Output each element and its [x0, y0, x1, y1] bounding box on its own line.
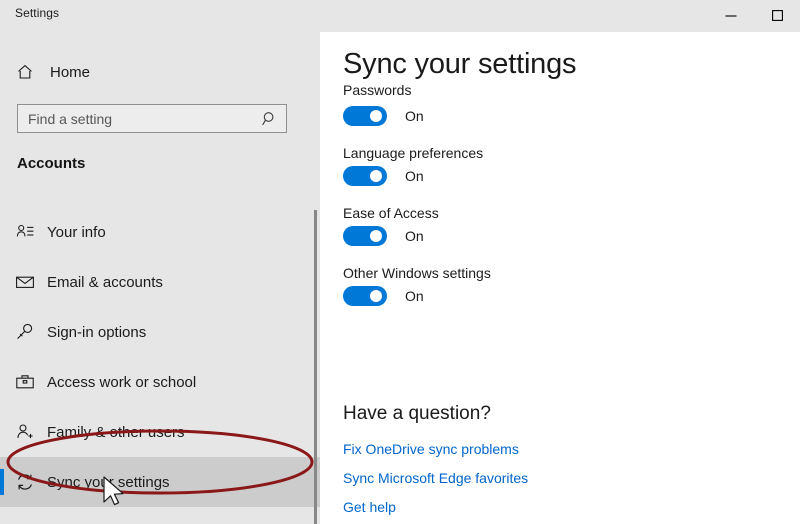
- sidebar-item-label: Sync your settings: [47, 473, 170, 491]
- selection-accent-bar: [0, 469, 4, 495]
- sidebar-nav-list: Your info Email & accounts Sign-in optio…: [0, 207, 320, 507]
- section-title-accounts: Accounts: [17, 155, 86, 172]
- sidebar-item-home[interactable]: Home: [0, 57, 320, 87]
- sidebar-item-email-accounts[interactable]: Email & accounts: [0, 257, 320, 307]
- toggle-row: On: [343, 286, 773, 306]
- toggle-label: Other Windows settings: [343, 265, 491, 281]
- toggle-group-language-preferences: Language preferences On: [343, 145, 773, 186]
- maximize-icon: [771, 10, 783, 21]
- minimize-icon: [725, 14, 737, 17]
- link-fix-onedrive-sync-problems[interactable]: Fix OneDrive sync problems: [343, 441, 528, 457]
- sidebar-item-label: Email & accounts: [47, 273, 163, 291]
- toggle-knob: [370, 290, 382, 302]
- search-input[interactable]: [28, 108, 248, 129]
- user-info-icon: [15, 222, 35, 242]
- toggle-row: On: [343, 166, 773, 186]
- user-add-icon: [15, 422, 35, 442]
- link-sync-microsoft-edge-favorites[interactable]: Sync Microsoft Edge favorites: [343, 470, 528, 486]
- home-label: Home: [50, 63, 91, 81]
- sidebar-item-sync-your-settings[interactable]: Sync your settings: [0, 457, 320, 507]
- help-heading: Have a question?: [343, 403, 491, 424]
- key-icon: [15, 322, 35, 342]
- toggle-switch-ease-of-access[interactable]: [343, 226, 387, 246]
- toggle-row: On: [343, 226, 773, 246]
- toggle-group-ease-of-access: Ease of Access On: [343, 205, 773, 246]
- window-controls: [708, 0, 800, 32]
- page-title: Sync your settings: [343, 48, 577, 83]
- sidebar-item-label: Family & other users: [47, 423, 185, 441]
- toggle-switch-other-windows-settings[interactable]: [343, 286, 387, 306]
- toggle-row: On: [343, 106, 773, 126]
- window-title: Settings: [15, 6, 60, 20]
- title-bar[interactable]: Settings: [0, 0, 800, 32]
- minimize-button[interactable]: [708, 0, 754, 31]
- sidebar-item-label: Access work or school: [47, 373, 197, 391]
- sidebar-item-family-other-users[interactable]: Family & other users: [0, 407, 320, 457]
- toggle-label: Ease of Access: [343, 205, 439, 221]
- toggle-knob: [370, 230, 382, 242]
- toggle-switch-passwords[interactable]: [343, 106, 387, 126]
- toggle-switch-language-preferences[interactable]: [343, 166, 387, 186]
- sidebar-item-label: Sign-in options: [47, 323, 147, 341]
- sidebar-item-label: Your info: [47, 223, 106, 241]
- settings-window: Home Accounts: [0, 0, 800, 524]
- toggle-state-label: On: [405, 288, 424, 304]
- sidebar-item-access-work-school[interactable]: Access work or school: [0, 357, 320, 407]
- briefcase-icon: [15, 372, 35, 392]
- sync-toggle-list: On Language preferences On Ease of Acces…: [343, 106, 773, 325]
- toggle-group-passwords: On: [343, 106, 773, 126]
- link-get-help[interactable]: Get help: [343, 499, 528, 515]
- toggle-knob: [370, 170, 382, 182]
- sidebar-item-signin-options[interactable]: Sign-in options: [0, 307, 320, 357]
- main-content: Passwords Sync your settings On Language…: [320, 0, 800, 524]
- toggle-knob: [370, 110, 382, 122]
- maximize-button[interactable]: [754, 0, 800, 31]
- toggle-group-other-windows-settings: Other Windows settings On: [343, 265, 773, 306]
- sidebar: Home Accounts: [0, 0, 320, 524]
- search-icon[interactable]: [261, 110, 279, 128]
- help-links: Fix OneDrive sync problems Sync Microsof…: [343, 441, 528, 524]
- search-box[interactable]: [17, 104, 287, 133]
- toggle-label: Language preferences: [343, 145, 484, 161]
- toggle-state-label: On: [405, 228, 424, 244]
- toggle-state-label: On: [405, 108, 424, 124]
- envelope-icon: [15, 272, 35, 292]
- toggle-label-passwords: Passwords: [343, 82, 412, 98]
- sidebar-item-your-info[interactable]: Your info: [0, 207, 320, 257]
- toggle-state-label: On: [405, 168, 424, 184]
- home-icon: [16, 63, 34, 81]
- sidebar-scrollbar[interactable]: [314, 210, 317, 524]
- sync-icon: [15, 472, 35, 492]
